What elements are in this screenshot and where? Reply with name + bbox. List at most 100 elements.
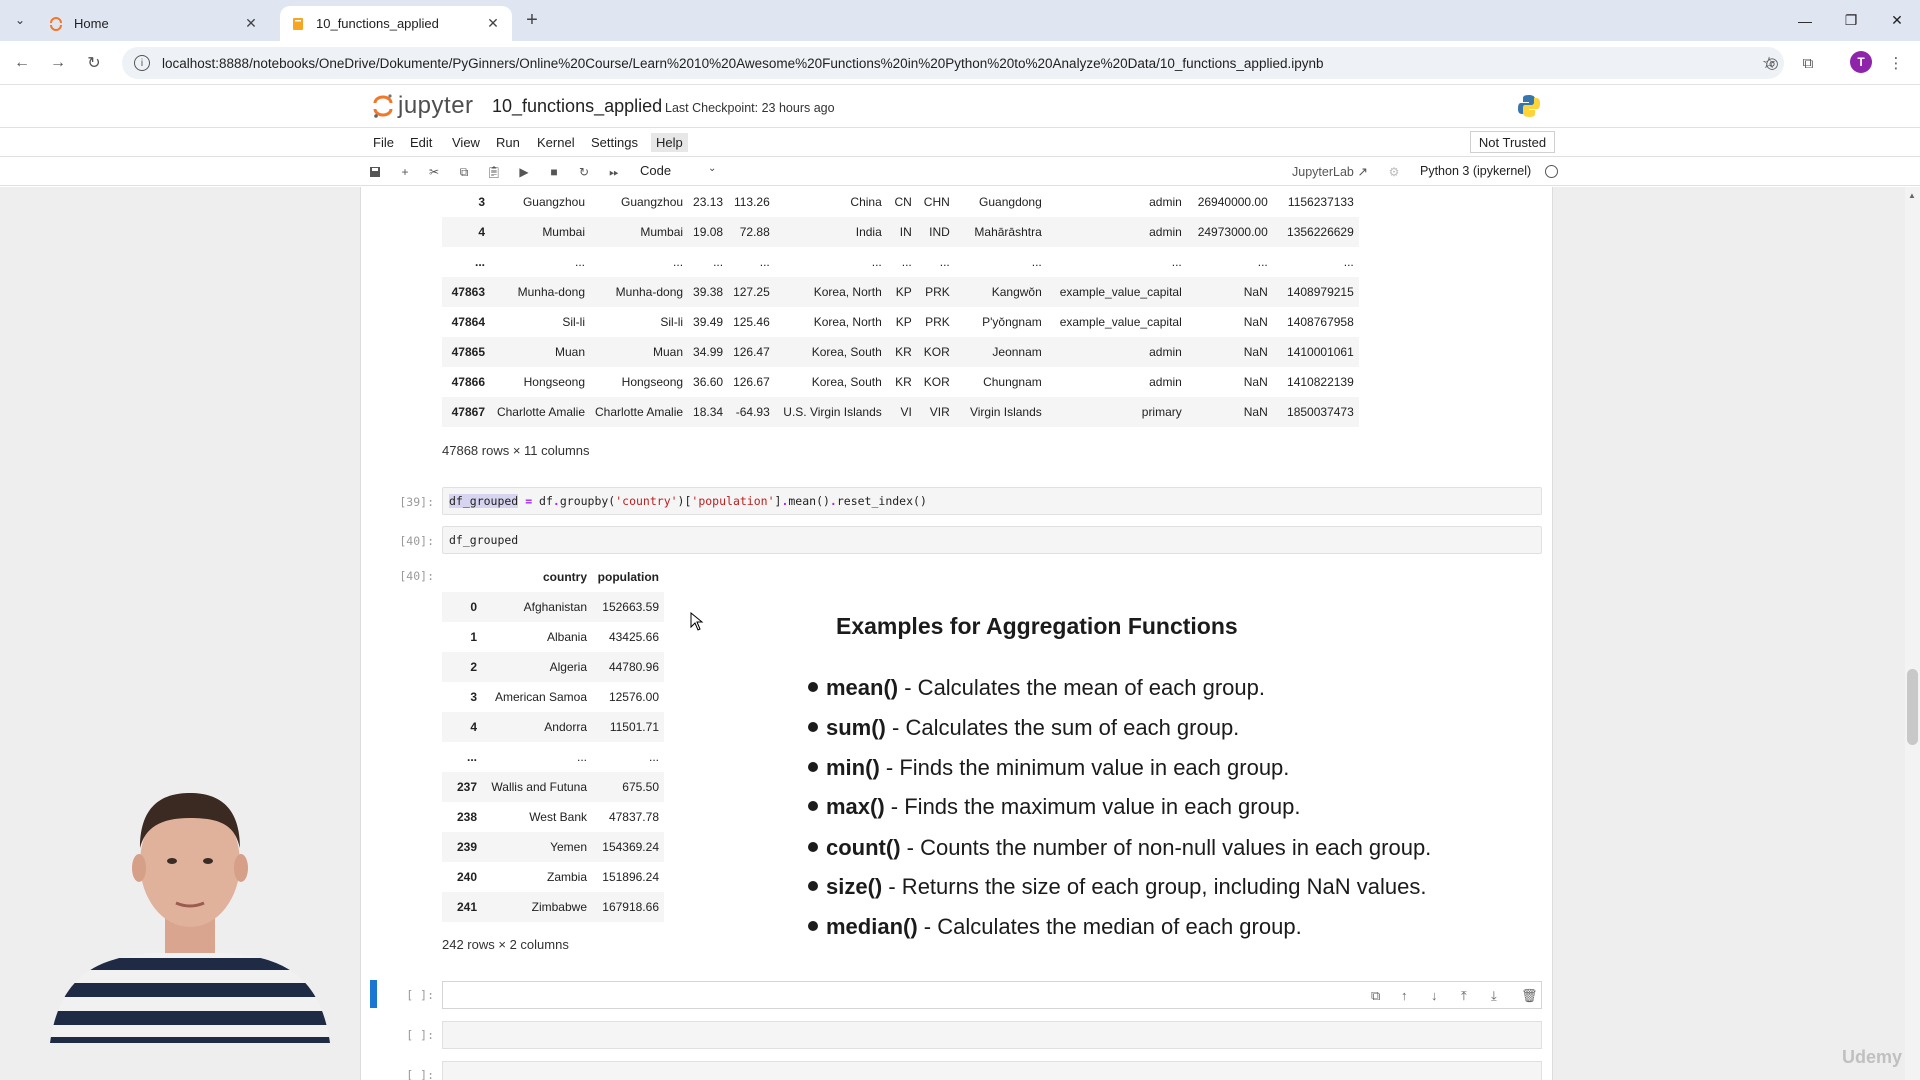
cell-prompt: [ ]:	[406, 988, 434, 1002]
table-cell: Hongseong	[523, 375, 585, 389]
table-row: 4 Andorra 11501.71	[442, 712, 664, 742]
table-cell: KOR	[916, 337, 955, 367]
table-cell: KOR	[923, 375, 950, 389]
back-icon[interactable]: ←	[10, 51, 34, 75]
code-token: reset_index()	[836, 494, 927, 508]
dataframe-shape-cities: 47868 rows × 11 columns	[442, 443, 590, 458]
save-icon[interactable]	[366, 163, 384, 181]
url-field[interactable]: i localhost:8888/notebooks/OneDrive/Doku…	[122, 47, 1784, 79]
empty-code-cell-active[interactable]: ⧉ ↑ ↓ ⤒ ⤓ 🗑︎	[442, 981, 1542, 1009]
row-index: 241	[442, 892, 482, 922]
fast-forward-icon[interactable]: ⏩︎	[605, 163, 623, 181]
profile-avatar[interactable]: T	[1850, 51, 1872, 73]
close-window-icon[interactable]: ✕	[1874, 0, 1920, 41]
table-cell: 1850037473	[1272, 397, 1359, 427]
table-row: 47864 Sil-li Sil-li 39.49 125.46 Korea, North…	[442, 307, 1359, 337]
extensions-puzzle-icon[interactable]: ⧉	[1796, 51, 1820, 75]
new-tab-icon[interactable]: +	[520, 8, 544, 32]
table-cell: 39.38	[688, 277, 729, 307]
restore-icon[interactable]: ❐	[1828, 0, 1874, 41]
cell-prompt: [40]:	[399, 534, 434, 548]
notebook-title[interactable]: 10_functions_applied	[492, 96, 662, 117]
paste-icon[interactable]: 📋︎	[485, 163, 503, 181]
code-cell-39[interactable]: df_grouped = df.groupby('country')['popu…	[442, 487, 1542, 515]
row-index: 4	[442, 217, 490, 247]
tab-search-icon[interactable]: ⌄	[8, 8, 32, 32]
cell-prompt: [ ]:	[406, 1028, 434, 1042]
table-row: 2 Algeria 44780.96	[442, 652, 664, 682]
bullet-dot-icon	[808, 801, 818, 812]
dataframe-shape-grouped: 242 rows × 2 columns	[442, 937, 569, 952]
table-cell: example_value_capital	[1059, 315, 1182, 329]
stop-icon[interactable]: ■	[545, 163, 563, 181]
table-cell: Algeria	[482, 652, 592, 682]
bullet-description: - Finds the minimum value in each group.	[879, 755, 1290, 780]
menu-settings[interactable]: Settings	[591, 135, 638, 150]
empty-code-cell[interactable]	[442, 1061, 1542, 1080]
jupyter-logo[interactable]: jupyter	[372, 92, 474, 120]
scroll-up-icon[interactable]: ▲	[1908, 191, 1916, 200]
empty-code-cell[interactable]	[442, 1021, 1542, 1049]
table-cell: Albania	[546, 630, 587, 644]
table-row: 237 Wallis and Futuna 675.50	[442, 772, 664, 802]
cell-type-select[interactable]: Code	[640, 163, 671, 178]
table-cell: 126.67	[733, 375, 770, 389]
bullet-function: min()	[826, 755, 880, 780]
table-cell: NaN	[1186, 277, 1273, 307]
insert-below-icon[interactable]: ⤓	[1491, 988, 1497, 1004]
table-cell: KP	[886, 277, 917, 307]
chevron-down-icon[interactable]: ⌄	[708, 163, 716, 174]
table-row: 3 American Samoa 12576.00	[442, 682, 664, 712]
table-cell: 1410001061	[1272, 337, 1359, 367]
scrollbar-thumb[interactable]	[1907, 669, 1918, 745]
tab-home[interactable]: Home ✕	[38, 6, 270, 41]
menu-file[interactable]: File	[373, 135, 394, 150]
jupyter-favicon-icon	[48, 16, 64, 32]
delete-cell-icon[interactable]: 🗑︎	[1521, 988, 1538, 1004]
add-cell-icon[interactable]: +	[396, 163, 414, 181]
copy-icon[interactable]: ⧉	[455, 163, 473, 181]
reload-icon[interactable]: ↻	[82, 51, 106, 75]
table-cell: 1156237133	[1287, 195, 1354, 209]
code-cell-40[interactable]: df_grouped	[442, 526, 1542, 554]
insert-above-icon[interactable]: ⤒	[1461, 988, 1467, 1004]
table-cell: ...	[901, 255, 912, 269]
site-info-icon[interactable]: i	[134, 55, 150, 71]
table-cell: ...	[939, 255, 950, 269]
row-index: 240	[456, 870, 477, 884]
slide-bullet: size() - Returns the size of each group,…	[808, 874, 1426, 900]
menu-run[interactable]: Run	[496, 135, 520, 150]
kernel-name[interactable]: Python 3 (ipykernel)	[1420, 164, 1531, 178]
menu-help[interactable]: Help	[651, 133, 688, 152]
menu-view[interactable]: View	[452, 135, 480, 150]
cut-icon[interactable]: ✂	[425, 163, 443, 181]
jupyterlab-label: JupyterLab	[1292, 165, 1354, 179]
table-cell: 127.25	[728, 277, 775, 307]
tab-notebook[interactable]: 10_functions_applied ✕	[280, 6, 512, 41]
menu-kernel[interactable]: Kernel	[537, 135, 575, 150]
table-cell: ...	[1031, 255, 1042, 269]
jupyterlab-link[interactable]: JupyterLab ↗	[1292, 164, 1368, 179]
run-icon[interactable]: ▶	[515, 163, 533, 181]
settings-gear-icon[interactable]: ⚙	[1385, 163, 1403, 181]
table-cell: 43425.66	[608, 630, 659, 644]
bullet-description: - Calculates the median of each group.	[917, 914, 1302, 939]
restart-icon[interactable]: ↻	[575, 163, 593, 181]
move-down-icon[interactable]: ↓	[1431, 988, 1438, 1003]
trust-button[interactable]: Not Trusted	[1470, 131, 1555, 153]
close-tab-icon[interactable]: ✕	[484, 15, 502, 32]
browser-menu-icon[interactable]: ⋮	[1884, 51, 1908, 75]
duplicate-cell-icon[interactable]: ⧉	[1371, 988, 1380, 1004]
table-cell: Korea, North	[774, 277, 887, 307]
close-tab-icon[interactable]: ✕	[242, 15, 260, 32]
forward-icon[interactable]: →	[46, 51, 70, 75]
minimize-icon[interactable]: —	[1782, 0, 1828, 41]
extension-icon[interactable]: ◎	[1760, 51, 1784, 75]
bullet-dot-icon	[808, 722, 818, 733]
move-up-icon[interactable]: ↑	[1401, 988, 1408, 1003]
table-cell: 12576.00	[608, 690, 659, 704]
table-cell: P'yŏngnam	[982, 315, 1042, 329]
notebook-scrollbar[interactable]	[1905, 187, 1920, 1080]
table-row: 47865 Muan Muan 34.99 126.47 Korea, South KR KO…	[442, 337, 1359, 367]
menu-edit[interactable]: Edit	[410, 135, 432, 150]
